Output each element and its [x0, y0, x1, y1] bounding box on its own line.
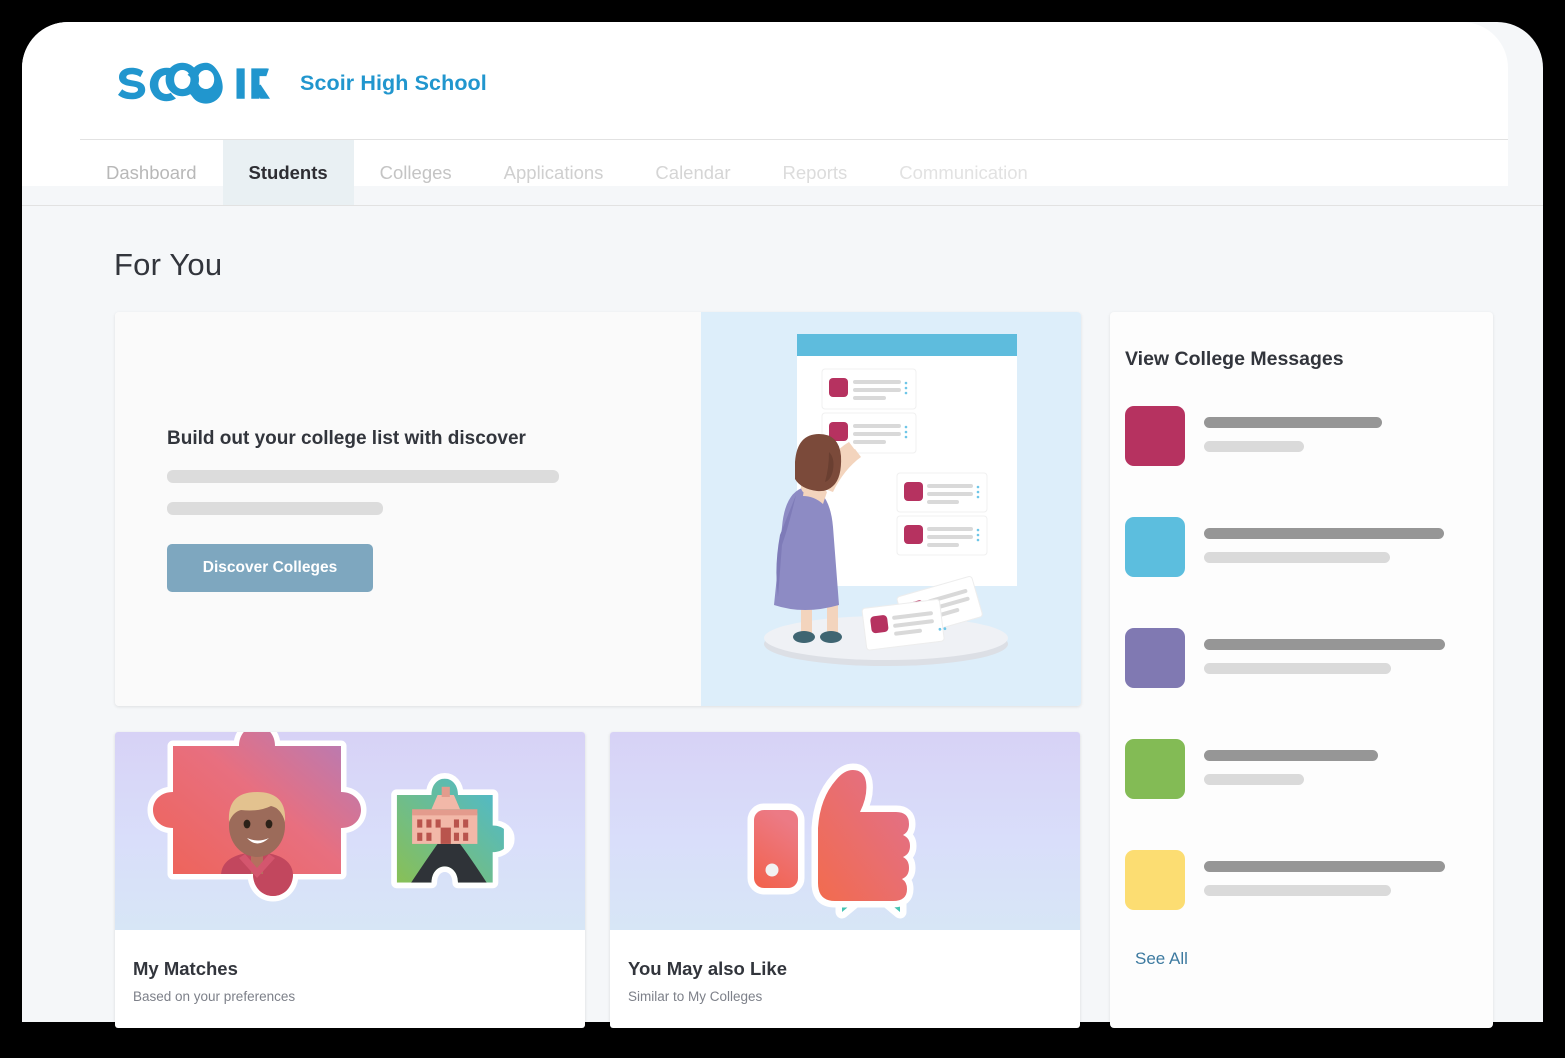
discover-colleges-button[interactable]: Discover Colleges — [167, 544, 373, 592]
college-message-item[interactable] — [1125, 517, 1481, 628]
you-may-also-like-text: You May also Like Similar to My Colleges — [610, 930, 1080, 1004]
tab-colleges[interactable]: Colleges — [354, 140, 478, 205]
my-matches-card[interactable]: My Matches Based on your preferences — [115, 732, 585, 1028]
college-message-avatar — [1125, 850, 1185, 910]
see-all-link[interactable]: See All — [1135, 949, 1188, 969]
brand-bar: Scoir High School — [118, 62, 487, 104]
college-message-item[interactable] — [1125, 850, 1481, 961]
hero-skeleton-line-2 — [167, 502, 383, 515]
my-matches-subtitle: Based on your preferences — [133, 989, 296, 1004]
college-message-avatar — [1125, 628, 1185, 688]
tab-dashboard[interactable]: Dashboard — [80, 140, 223, 205]
college-messages-panel: View College Messages See All — [1110, 312, 1493, 1028]
college-message-placeholder-lines — [1204, 406, 1382, 452]
college-message-item[interactable] — [1125, 406, 1481, 517]
tab-reports[interactable]: Reports — [757, 140, 874, 205]
college-message-placeholder-lines — [1204, 850, 1445, 896]
you-may-also-like-artwork — [610, 732, 1080, 930]
scoir-logo[interactable] — [118, 62, 270, 104]
college-message-avatar — [1125, 406, 1185, 466]
my-matches-artwork — [115, 732, 585, 930]
college-message-line-primary — [1204, 861, 1445, 872]
thumbs-up-with-bookmark-illustration — [747, 763, 917, 919]
hero-illustration-panel — [701, 312, 1081, 706]
puzzle-pieces-person-and-campus-illustration — [147, 732, 515, 902]
woman-pinning-college-cards-illustration — [764, 334, 1017, 666]
college-message-line-primary — [1204, 528, 1444, 539]
college-message-placeholder-lines — [1204, 739, 1378, 785]
college-message-placeholder-lines — [1204, 517, 1444, 563]
college-message-item[interactable] — [1125, 739, 1481, 850]
page-title: For You — [114, 247, 223, 282]
school-name: Scoir High School — [300, 70, 487, 95]
college-message-placeholder-lines — [1204, 628, 1445, 674]
you-may-also-like-title: You May also Like — [628, 958, 788, 979]
college-message-line-primary — [1204, 639, 1445, 650]
hero-skeleton-line-1 — [167, 470, 559, 483]
hero-heading: Build out your college list with discove… — [167, 428, 526, 449]
college-message-line-primary — [1204, 750, 1378, 761]
college-message-line-secondary — [1204, 663, 1391, 674]
app-header: Scoir High School Dashboard Students Col… — [22, 22, 1508, 205]
discover-hero-card: Build out your college list with discove… — [115, 312, 1081, 706]
content-area: For You Build out your college list with… — [22, 206, 1543, 1028]
you-may-also-like-subtitle: Similar to My Colleges — [628, 989, 763, 1004]
tab-calendar[interactable]: Calendar — [629, 140, 756, 205]
college-message-line-secondary — [1204, 774, 1304, 785]
college-message-line-primary — [1204, 417, 1382, 428]
college-messages-list — [1125, 406, 1481, 961]
college-message-line-secondary — [1204, 552, 1390, 563]
my-matches-text: My Matches Based on your preferences — [115, 930, 585, 1004]
app-window: Scoir High School Dashboard Students Col… — [22, 22, 1543, 1028]
main-nav-tabs: Dashboard Students Colleges Applications… — [80, 140, 1054, 205]
college-message-item[interactable] — [1125, 628, 1481, 739]
college-message-avatar — [1125, 517, 1185, 577]
you-may-also-like-card[interactable]: You May also Like Similar to My Colleges — [610, 732, 1080, 1028]
college-messages-title: View College Messages — [1125, 348, 1344, 370]
my-matches-title: My Matches — [133, 958, 238, 979]
hero-text-panel: Build out your college list with discove… — [115, 312, 701, 706]
tab-students[interactable]: Students — [222, 140, 354, 205]
college-message-line-secondary — [1204, 441, 1304, 452]
college-message-line-secondary — [1204, 885, 1391, 896]
tab-applications[interactable]: Applications — [478, 140, 630, 205]
tab-communication[interactable]: Communication — [873, 140, 1054, 205]
college-message-avatar — [1125, 739, 1185, 799]
